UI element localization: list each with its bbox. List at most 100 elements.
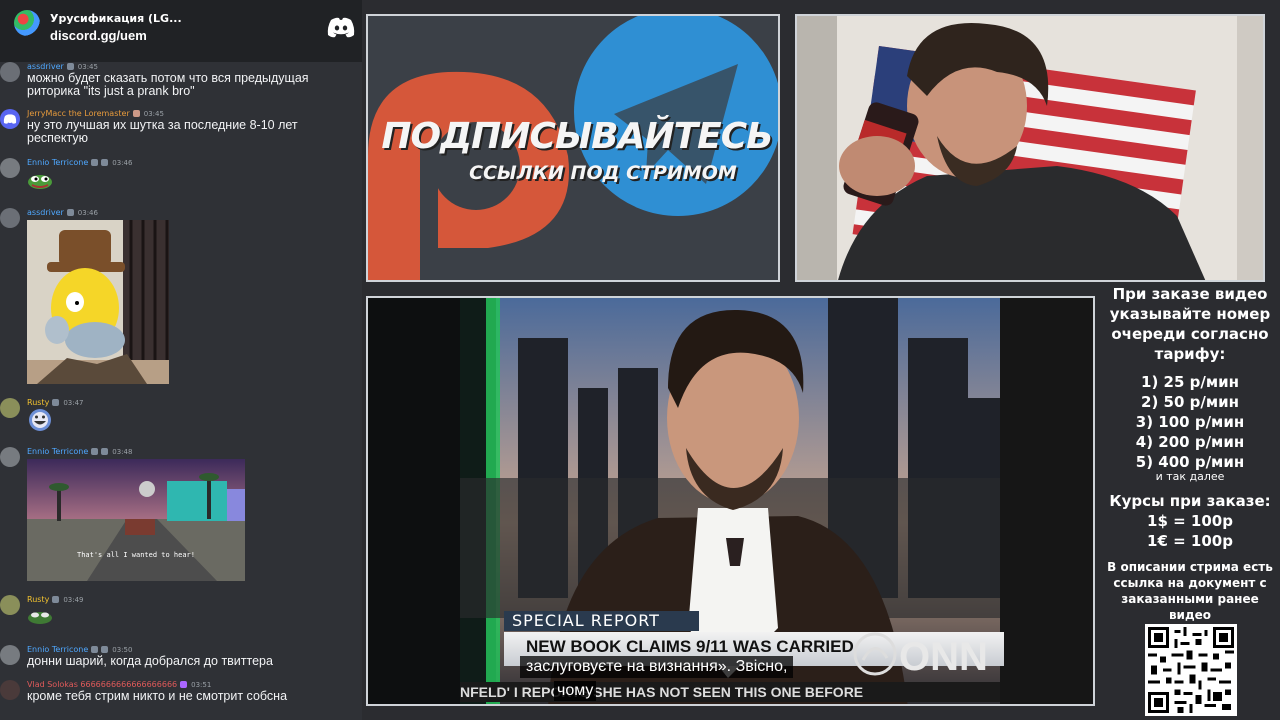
message-meta: assdriver 03:45: [27, 62, 98, 71]
timestamp: 03:51: [191, 681, 212, 689]
avatar: [0, 62, 20, 82]
onn-logo: ONN: [853, 628, 993, 679]
tariff-4: 4) 200 р/мин: [1135, 433, 1245, 451]
message-meta: assdriver 03:46: [27, 208, 98, 217]
special-report-label: SPECIAL REPORT: [504, 611, 699, 631]
username: Vlad Solokas 6666666666666666666: [27, 680, 178, 689]
message-meta: JerryMacc the Loremaster 03:45: [27, 109, 164, 118]
gif-caption: That's all I wanted to hear!: [76, 551, 195, 559]
badge-icon: [66, 209, 74, 216]
and-so-on: и так далее: [1155, 470, 1225, 483]
timestamp: 03:49: [63, 596, 84, 604]
discord-logo-icon: [327, 17, 355, 38]
avatar: [0, 680, 20, 700]
subtitle-line-1: заслуговуєте на визнання». Звісно,: [520, 656, 794, 678]
discord-chat-overlay: Урусификация (LG... discord.gg/uem assdr…: [0, 0, 362, 720]
chat-message: Vlad Solokas 6666666666666666666 03:51 кр…: [0, 680, 362, 710]
badge-icon: [101, 159, 109, 166]
badge-icon: [91, 448, 99, 455]
message-meta: Vlad Solokas 6666666666666666666 03:51: [27, 680, 211, 689]
badge-icon: [91, 646, 99, 653]
news-ticker: NFELD' I REPORTS SHE HAS NOT SEEN THIS O…: [460, 682, 1000, 702]
chat-message: Rusty 03:47: [0, 398, 362, 438]
gif-scene: [27, 459, 245, 581]
tariff-1: 1) 25 р/мин: [1141, 373, 1239, 391]
subtitle-line-2: чому: [554, 681, 597, 701]
avatar: [0, 645, 20, 665]
username: Rusty: [27, 398, 50, 407]
tariff-2: 2) 50 р/мин: [1141, 393, 1239, 411]
server-header[interactable]: Урусификация (LG... discord.gg/uem: [0, 0, 362, 62]
username: Ennio Terricone: [27, 447, 89, 456]
simpsons-meme-image[interactable]: [27, 220, 169, 384]
chat-message: Ennio Terricone 03:48 That's all I wanted…: [0, 447, 362, 587]
promo-panel: ПОДПИСЫВАЙТЕСЬ ССЫЛКИ ПОД СТРИМОМ: [366, 14, 780, 282]
qr-code-icon: [1148, 627, 1234, 713]
stream-description-note: В описании стрима есть ссылка на докумен…: [1107, 560, 1273, 622]
message-text: кроме тебя стрим никто и не смотрит собс…: [27, 689, 288, 703]
server-invite-link[interactable]: discord.gg/uem: [50, 28, 147, 43]
badge-icon: [52, 399, 60, 406]
avatar: [0, 447, 20, 467]
qr-code[interactable]: [1145, 624, 1237, 716]
badge-icon: [101, 448, 109, 455]
rates-title: Курсы при заказе:: [1109, 492, 1271, 510]
badge-icon: [91, 159, 99, 166]
promo-title: ПОДПИСЫВАЙТЕСЬ: [381, 116, 773, 157]
message-meta: Ennio Terricone 03:46: [27, 158, 132, 167]
message-text: ну это лучшая их шутка за последние 8-10…: [27, 118, 298, 145]
username: JerryMacc the Loremaster: [27, 109, 130, 118]
rate-eur: 1€ = 100р: [1147, 532, 1233, 550]
onion-logo-icon: ONN: [853, 632, 988, 679]
message-meta: Ennio Terricone 03:50: [27, 645, 132, 654]
message-meta: Rusty 03:47: [27, 398, 84, 407]
discord-default-avatar-icon: [3, 114, 17, 124]
pepe-emoji-icon: [28, 175, 52, 189]
order-instructions: При заказе видео указывайте номер очеред…: [1109, 285, 1271, 363]
rate-usd: 1$ = 100р: [1147, 512, 1233, 530]
username: Rusty: [27, 595, 50, 604]
tariff-3: 3) 100 р/мин: [1135, 413, 1245, 431]
chat-message: JerryMacc the Loremaster 03:45 ну это луч…: [0, 109, 362, 149]
chat-message: Ennio Terricone 03:46: [0, 158, 362, 198]
server-icon: [14, 10, 40, 36]
avatar: [0, 208, 20, 228]
username: Ennio Terricone: [27, 158, 89, 167]
badge-icon: [101, 646, 109, 653]
timestamp: 03:47: [63, 399, 84, 407]
server-name: Урусификация (LG...: [50, 12, 182, 25]
timestamp: 03:50: [112, 646, 133, 654]
chat-message: Ennio Terricone 03:50 донни шарий, когда …: [0, 645, 362, 673]
webcam-feed: [797, 16, 1263, 280]
timestamp: 03:46: [112, 159, 133, 167]
username: assdriver: [27, 62, 64, 71]
message-text: можно будет сказать потом что вся предыд…: [27, 71, 309, 98]
timestamp: 03:48: [112, 448, 133, 456]
message-meta: Rusty 03:49: [27, 595, 84, 604]
username: Ennio Terricone: [27, 645, 89, 654]
gta-gif-image[interactable]: That's all I wanted to hear!: [27, 459, 245, 581]
laughing-emoji-icon: [29, 409, 51, 431]
badge-icon: [180, 681, 188, 688]
pepe-emoji-icon: [28, 612, 52, 624]
chat-message: Rusty 03:49: [0, 595, 362, 635]
stream-layout: Урусификация (LG... discord.gg/uem assdr…: [0, 0, 1280, 720]
timestamp: 03:46: [77, 209, 98, 217]
badge-icon: [52, 596, 60, 603]
video-player[interactable]: SPECIAL REPORT NEW BOOK CLAIMS 9/11 WAS …: [366, 296, 1095, 706]
message-meta: Ennio Terricone 03:48: [27, 447, 132, 456]
username: assdriver: [27, 208, 64, 217]
timestamp: 03:45: [77, 63, 98, 71]
tariff-5: 5) 400 р/мин: [1135, 453, 1245, 471]
promo-subtitle: ССЫЛКИ ПОД СТРИМОМ: [469, 162, 737, 184]
avatar: [0, 595, 20, 615]
chat-message: assdriver 03:46: [0, 208, 362, 388]
avatar: [0, 158, 20, 178]
avatar: [0, 398, 20, 418]
timestamp: 03:45: [143, 110, 164, 118]
webcam-panel: [795, 14, 1265, 282]
badge-icon: [132, 110, 140, 117]
avatar: [0, 109, 20, 129]
badge-icon: [66, 63, 74, 70]
chat-message: assdriver 03:45 можно будет сказать потом…: [0, 62, 362, 102]
